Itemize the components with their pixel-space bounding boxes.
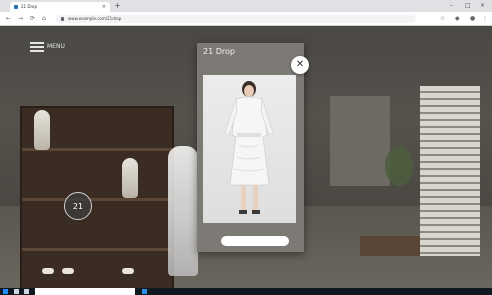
new-tab-button[interactable]: + bbox=[114, 1, 121, 11]
product-photo bbox=[203, 75, 296, 223]
reload-icon[interactable]: ⟳ bbox=[30, 15, 35, 23]
menu-button[interactable] bbox=[30, 42, 44, 53]
address-bar[interactable]: www.example.com/21drop bbox=[56, 15, 416, 23]
right-shelf bbox=[420, 86, 480, 256]
url-text: www.example.com/21drop bbox=[68, 16, 122, 21]
dress-model-image bbox=[224, 81, 274, 214]
shoe-display bbox=[122, 268, 134, 274]
windows-start-icon[interactable] bbox=[3, 289, 8, 294]
more-icon[interactable]: ⋮ bbox=[482, 15, 488, 23]
home-icon[interactable]: ⌂ bbox=[42, 15, 46, 23]
plant bbox=[385, 146, 413, 186]
browser-tab-bar: 21 Drop × + – □ × bbox=[0, 0, 492, 12]
cabinet-shelf bbox=[22, 198, 172, 201]
popup-cta-button[interactable] bbox=[221, 236, 289, 246]
product-hotspot[interactable]: 21 bbox=[64, 192, 92, 220]
browser-toolbar: ← → ⟳ ⌂ www.example.com/21drop ☆ ◆ ● ⋮ bbox=[0, 12, 492, 26]
window-panel bbox=[330, 96, 390, 186]
maximize-button[interactable]: □ bbox=[465, 1, 471, 11]
star-icon[interactable]: ☆ bbox=[440, 15, 445, 23]
task-view-icon[interactable] bbox=[14, 289, 19, 294]
popup-subtitle bbox=[203, 59, 273, 64]
popup-close-button[interactable]: ✕ bbox=[291, 56, 309, 74]
pinned-app-icon[interactable] bbox=[24, 289, 29, 294]
profile-icon[interactable]: ● bbox=[470, 15, 475, 23]
display-cabinet bbox=[20, 106, 174, 288]
shoe-display bbox=[42, 268, 54, 274]
os-taskbar bbox=[0, 288, 492, 295]
tab-title: 21 Drop bbox=[21, 4, 37, 9]
tab-close-icon[interactable]: × bbox=[102, 2, 106, 12]
forward-icon[interactable]: → bbox=[18, 15, 23, 23]
shoe-display bbox=[62, 268, 74, 274]
minimize-button[interactable]: – bbox=[450, 1, 453, 11]
bust-display bbox=[34, 110, 50, 150]
popup-title: 21 Drop bbox=[203, 47, 235, 56]
browser-tab[interactable]: 21 Drop × bbox=[10, 2, 110, 12]
back-icon[interactable]: ← bbox=[6, 15, 11, 23]
bust-display bbox=[122, 158, 138, 198]
close-window-button[interactable]: × bbox=[480, 1, 485, 11]
cabinet-shelf bbox=[22, 248, 172, 251]
favicon-icon bbox=[14, 5, 18, 9]
product-popup: 21 Drop bbox=[197, 43, 304, 252]
lock-icon bbox=[61, 17, 64, 21]
browser-taskbar-icon[interactable] bbox=[142, 289, 147, 294]
taskbar-search-input[interactable] bbox=[35, 288, 135, 295]
mannequin bbox=[168, 146, 198, 276]
menu-label[interactable]: MENU bbox=[47, 41, 65, 53]
table bbox=[360, 236, 420, 256]
extension-icon[interactable]: ◆ bbox=[455, 15, 460, 23]
